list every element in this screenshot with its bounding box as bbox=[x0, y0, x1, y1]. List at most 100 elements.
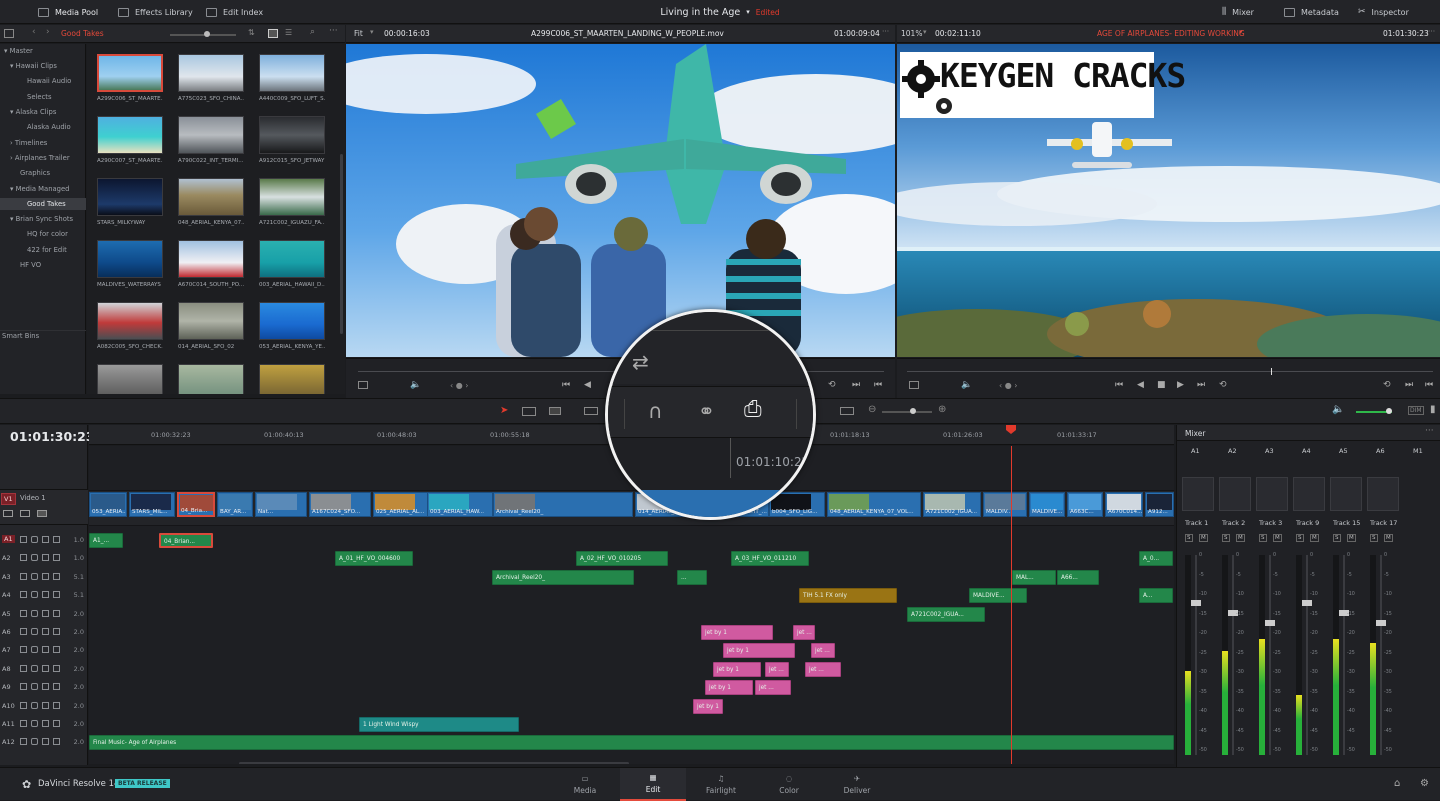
project-title[interactable]: Living in the Age bbox=[660, 7, 740, 18]
clip-thumbnail[interactable]: 014_AERIAL_SFO_02 bbox=[178, 302, 244, 350]
bin-brian-sync-shots[interactable]: ▾ Brian Sync Shots bbox=[0, 214, 86, 224]
speaker-icon[interactable] bbox=[20, 609, 27, 617]
stop-icon[interactable]: ■ bbox=[1157, 380, 1166, 390]
chevron-down-icon[interactable]: ▾ bbox=[746, 8, 750, 16]
dim-button[interactable]: DIM bbox=[1408, 406, 1424, 415]
edit-index-tab[interactable]: Edit Index bbox=[206, 0, 263, 24]
pan-control[interactable] bbox=[1256, 477, 1288, 511]
home-icon[interactable]: ⌂ bbox=[1394, 778, 1400, 789]
media-pool-scrollbar[interactable] bbox=[340, 154, 343, 334]
volume-fader[interactable] bbox=[1265, 555, 1275, 755]
track-id[interactable]: A7 bbox=[2, 646, 11, 654]
bin-graphics[interactable]: Graphics bbox=[0, 168, 86, 178]
search-icon[interactable]: ⌕ bbox=[310, 27, 315, 37]
clip-thumbnail[interactable]: A721C002_IGUAZU_FA... bbox=[259, 178, 325, 226]
fader-handle[interactable] bbox=[1376, 620, 1386, 626]
more-options-icon[interactable]: ··· bbox=[882, 27, 889, 36]
mute-button[interactable]: M bbox=[1347, 534, 1356, 542]
audio-clip[interactable]: A_01_HF_VO_004600 bbox=[335, 551, 413, 567]
play-icon[interactable]: ▶ bbox=[1177, 380, 1184, 390]
media-pool-tab[interactable]: Media Pool bbox=[38, 0, 98, 24]
volume-fader[interactable] bbox=[1339, 555, 1349, 755]
waveform-icon[interactable] bbox=[53, 536, 60, 543]
page-media[interactable]: ▭ Media bbox=[552, 768, 618, 801]
selection-tool-icon[interactable]: ➤ bbox=[500, 405, 508, 416]
audio-clip[interactable]: jet ... bbox=[755, 680, 791, 696]
timeline-scrubber[interactable] bbox=[907, 368, 1433, 375]
mark-out-icon[interactable]: ⏮ bbox=[874, 380, 882, 390]
waveform-icon[interactable] bbox=[53, 646, 60, 654]
waveform-icon[interactable] bbox=[53, 701, 60, 709]
pan-control[interactable] bbox=[1367, 477, 1399, 511]
speaker-icon[interactable]: 🔈 bbox=[961, 380, 972, 390]
audio-clip[interactable]: jet by 1 bbox=[693, 698, 723, 714]
clip-thumbnail[interactable]: 053_AERIAL_KENYA_YE... bbox=[259, 302, 325, 350]
metadata-tab[interactable]: Metadata bbox=[1284, 0, 1339, 24]
slider-handle[interactable] bbox=[910, 408, 916, 414]
mute-button[interactable]: M bbox=[1199, 534, 1208, 542]
clip-thumbnail[interactable]: 003_AERIAL_HAWAII_D... bbox=[259, 240, 325, 288]
mute-button[interactable]: M bbox=[1273, 534, 1282, 542]
solo-button[interactable]: S bbox=[1333, 534, 1341, 542]
audio-clip[interactable]: jet ... bbox=[805, 661, 841, 677]
mute-button[interactable]: M bbox=[1384, 534, 1393, 542]
timeline-zoom[interactable]: 101% bbox=[901, 29, 922, 38]
bin-master[interactable]: ▾ Master bbox=[0, 46, 86, 56]
timeline-scrollbar[interactable] bbox=[239, 762, 629, 764]
link-icon[interactable] bbox=[42, 536, 49, 543]
scrubber-playhead[interactable] bbox=[1271, 368, 1272, 375]
volume-fader[interactable] bbox=[1302, 555, 1312, 755]
waveform-icon[interactable] bbox=[53, 628, 60, 635]
rewind-icon[interactable]: ⏮ bbox=[562, 380, 570, 390]
thumbnail-view-icon[interactable] bbox=[268, 29, 278, 38]
bin-alaska-audio[interactable]: Alaska Audio bbox=[0, 122, 86, 132]
master-volume-slider[interactable] bbox=[1356, 408, 1392, 414]
audio-clip[interactable]: A66... bbox=[1057, 569, 1099, 585]
bin-good-takes[interactable]: Good Takes bbox=[0, 198, 86, 210]
speaker-icon[interactable] bbox=[20, 738, 27, 746]
sort-icon[interactable]: ⇅ bbox=[248, 28, 255, 37]
audio-clip[interactable]: jet by 1 bbox=[713, 661, 761, 677]
speaker-icon[interactable] bbox=[20, 664, 27, 672]
lock-icon[interactable] bbox=[31, 572, 38, 580]
track-id[interactable]: A3 bbox=[2, 573, 11, 581]
pan-control[interactable] bbox=[1219, 477, 1251, 511]
jog-icon[interactable]: ‹ ● › bbox=[999, 381, 1017, 390]
mark-out-icon[interactable]: ⏮ bbox=[1425, 380, 1433, 390]
track-id[interactable]: A4 bbox=[2, 591, 11, 599]
timeline-zoom-slider[interactable] bbox=[882, 408, 932, 414]
effects-library-tab[interactable]: Effects Library bbox=[118, 0, 193, 24]
volume-fader[interactable] bbox=[1191, 555, 1201, 755]
more-options-icon[interactable]: ··· bbox=[1425, 426, 1434, 436]
speaker-icon[interactable] bbox=[20, 701, 27, 709]
clip-thumbnail[interactable]: A290C007_ST_MAARTE... bbox=[97, 116, 163, 164]
fader-handle[interactable] bbox=[1191, 600, 1201, 606]
clip-thumbnail[interactable] bbox=[259, 364, 325, 394]
audio-clip[interactable]: jet by 1 bbox=[705, 680, 753, 696]
audio-clip[interactable]: A_02_HF_VO_010205 bbox=[576, 551, 668, 567]
chevron-down-icon[interactable]: ▾ bbox=[370, 28, 374, 36]
lock-icon[interactable] bbox=[31, 738, 38, 746]
viewer-layout-icon[interactable] bbox=[909, 381, 919, 389]
link-icon[interactable] bbox=[42, 628, 49, 635]
track-id[interactable]: A8 bbox=[2, 665, 11, 673]
video-clip[interactable]: A670C014... bbox=[1105, 492, 1143, 517]
trim-tool-icon[interactable] bbox=[522, 407, 536, 416]
volume-fader[interactable] bbox=[1376, 555, 1386, 755]
speaker-icon[interactable] bbox=[20, 628, 27, 635]
video-clip[interactable]: A721C002_IGUA... bbox=[923, 492, 981, 517]
lock-icon[interactable] bbox=[31, 628, 38, 635]
video-clip[interactable]: A167C024_SFO... bbox=[309, 492, 371, 517]
rewind-icon[interactable]: ⏮ bbox=[1115, 380, 1123, 390]
speaker-icon[interactable] bbox=[20, 591, 27, 599]
track-id[interactable]: A6 bbox=[2, 628, 11, 636]
link-icon[interactable] bbox=[42, 720, 49, 727]
more-options-icon[interactable]: ··· bbox=[1428, 27, 1435, 36]
video-clip[interactable]: A663C... bbox=[1067, 492, 1103, 517]
speaker-icon[interactable] bbox=[20, 554, 27, 562]
playhead-marker[interactable] bbox=[1006, 425, 1016, 434]
position-lock-icon[interactable]: ⎙ bbox=[744, 397, 762, 422]
loop-icon[interactable]: ⟲ bbox=[1383, 380, 1391, 390]
solo-button[interactable]: S bbox=[1222, 534, 1230, 542]
audio-clip[interactable]: jet ... bbox=[793, 625, 815, 640]
